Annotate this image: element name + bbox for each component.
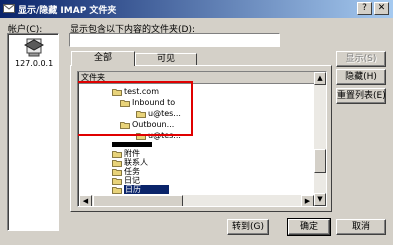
help-button[interactable]: ? [357,2,372,15]
vertical-scrollbar[interactable]: ▲ ▼ [314,72,326,206]
envelope-icon [3,4,15,13]
accounts-list[interactable]: 127.0.0.1 [7,33,59,231]
folder-tree-item[interactable]: 日历 [112,184,169,195]
scroll-right-icon[interactable]: ▶ [301,195,314,206]
close-button[interactable]: ✕ [374,2,389,15]
server-icon [24,38,44,57]
horizontal-scrollbar[interactable]: ◀ ▶ [79,195,314,206]
scroll-left-icon[interactable]: ◀ [79,195,92,206]
folder-tree-item-label: 日历 [124,185,169,194]
vertical-scroll-thumb[interactable] [314,149,326,173]
show-button[interactable]: 显示(S) [336,51,386,67]
folder-icon [112,186,122,194]
account-item-127-0-0-1[interactable]: 127.0.0.1 [15,59,53,68]
hide-button[interactable]: 隐藏(H) [336,69,386,85]
highlight-box [78,81,193,136]
title-bar[interactable]: 显示/隐藏 IMAP 文件夹 ? ✕ [0,0,393,18]
redacted-label [112,142,152,147]
cancel-button[interactable]: 取消 [336,219,386,235]
scroll-up-icon[interactable]: ▲ [314,72,326,85]
horizontal-scroll-thumb[interactable] [93,195,183,206]
tab-visible[interactable]: 可见 [135,53,197,65]
filter-input[interactable] [69,33,280,47]
goto-button[interactable]: 转到(G) [227,219,269,235]
folder-tree[interactable]: 文件夹 test.com Inbound to u@tes... Outboun...… [77,71,327,207]
reset-list-button[interactable]: 重置列表(E) [336,88,386,104]
tab-all[interactable]: 全部 [71,51,135,66]
window-title: 显示/隐藏 IMAP 文件夹 [18,6,117,16]
show-hide-imap-folders-dialog: 显示/隐藏 IMAP 文件夹 ? ✕ 帐户(C): 127.0.0.1 显示包含… [0,0,393,245]
scroll-down-icon[interactable]: ▼ [314,193,326,206]
ok-button[interactable]: 确定 [287,218,331,236]
